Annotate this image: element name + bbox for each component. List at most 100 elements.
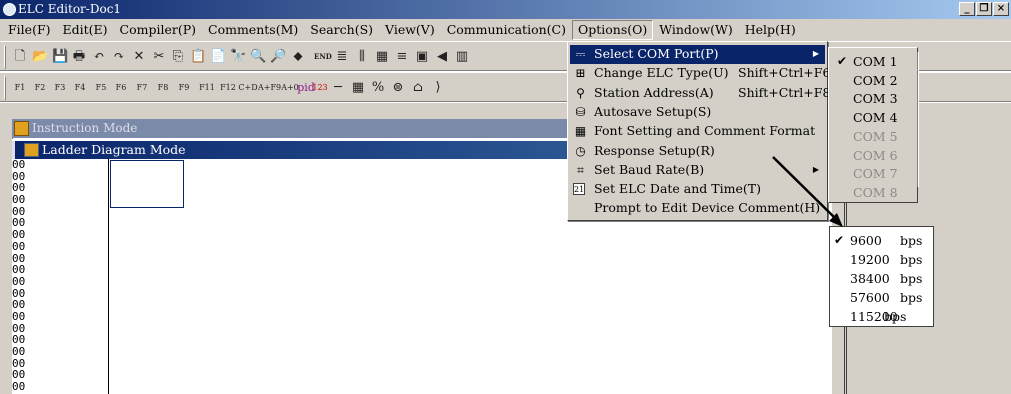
toolbar2--icon[interactable]: ─ [330, 80, 346, 96]
zoom-out-icon[interactable]: 🔎 [270, 49, 286, 65]
menu-item-autosave-setup[interactable]: ⛁ Autosave Setup(S) [570, 103, 825, 122]
toolbar2-f3-icon[interactable]: F3 [52, 80, 68, 96]
instruction-window-title: Instruction Mode [32, 121, 138, 135]
redo-icon[interactable]: ↷ [111, 49, 127, 65]
toolbar2-f4-icon[interactable]: F4 [72, 80, 88, 96]
toolbar2--icon[interactable]: ⊜ [390, 80, 406, 96]
toolbar2-f2-icon[interactable]: F2 [32, 80, 48, 96]
menu-item-shortcut: Shift+Ctrl+F6 [738, 65, 831, 81]
window-buttons: _ ❐ × [959, 2, 1009, 16]
com-port-item[interactable]: ✔ COM 1 [833, 52, 907, 71]
menu-file[interactable]: File(F) [2, 20, 57, 40]
eraser-icon[interactable]: ⬥ [290, 49, 306, 65]
baud-rate-unit: bps [900, 271, 923, 286]
zoom-in-icon[interactable]: 🔍 [250, 49, 266, 65]
toolbar2-f7-icon[interactable]: F7 [134, 80, 150, 96]
menu-search[interactable]: Search(S) [304, 20, 379, 40]
baud-rate-unit: bps [884, 309, 907, 324]
menu-item-station-address[interactable]: ⚲ Station Address(A) Shift+Ctrl+F8 [570, 84, 830, 103]
copy-icon[interactable]: ⎘ [170, 49, 186, 65]
baud-rate-item[interactable]: 115200 bps [836, 307, 932, 326]
print-icon[interactable]: 🖶 [71, 49, 87, 65]
baud-rate-item[interactable]: ✔ 9600 bps [834, 231, 932, 250]
com-port-icon: ⎓ [575, 47, 586, 61]
paste-special-icon[interactable]: 📄 [210, 49, 226, 65]
com-port-item[interactable]: COM 2 [833, 71, 907, 90]
binoculars-icon[interactable]: 🔭 [230, 49, 246, 65]
menu-item-label: Font Setting and Comment Format [594, 123, 816, 139]
arrow-left-icon[interactable]: ◀ [434, 49, 450, 65]
ladder-cell-cursor[interactable] [110, 160, 184, 208]
menu-options[interactable]: Options(O) [571, 20, 654, 40]
com-port-label: COM 3 [853, 91, 898, 107]
block-icon[interactable]: ▣ [414, 49, 430, 65]
toolbar2-f6-icon[interactable]: F6 [113, 80, 129, 96]
toolbar2-a-f9-icon[interactable]: A+F9 [258, 80, 281, 96]
menu-window[interactable]: Window(W) [653, 20, 739, 40]
toolbar2--icon[interactable]: ⟩ [430, 80, 446, 96]
toolbar2-f11-icon[interactable]: F11 [197, 80, 217, 96]
ladder-edit-icon[interactable]: ⫼ [354, 49, 370, 65]
menu-item-label: Station Address(A) [594, 84, 714, 100]
row-number: 00 [12, 274, 26, 288]
menu-item-font-setting-and-comment-format[interactable]: ▦ Font Setting and Comment Format [570, 122, 825, 141]
submenu-scrollbar[interactable] [917, 52, 919, 187]
menu-communication[interactable]: Communication(C) [441, 20, 572, 40]
toolbar2--icon[interactable]: % [370, 80, 386, 96]
restore-button[interactable]: ❐ [976, 2, 992, 16]
cut-icon[interactable]: ✂ [151, 49, 167, 65]
toolbar2-f1-icon[interactable]: F1 [12, 80, 28, 96]
menu-view[interactable]: View(V) [379, 20, 441, 40]
toolbar2--icon[interactable]: ▦ [350, 80, 366, 96]
menu-compiler[interactable]: Compiler(P) [114, 20, 202, 40]
close-button[interactable]: × [993, 2, 1009, 16]
toolbar2-c-d-icon[interactable]: C+D [238, 80, 258, 96]
toolbar2-f5-icon[interactable]: F5 [93, 80, 109, 96]
baud-rate-item[interactable]: 57600 bps [836, 288, 932, 307]
list-icon[interactable]: ≡ [394, 49, 410, 65]
ladder-left-rail [108, 159, 109, 394]
station-icon: ⚲ [576, 85, 585, 100]
menu-item-shortcut: Shift+Ctrl+F8 [738, 84, 831, 100]
grid-icon[interactable]: ▦ [374, 49, 390, 65]
menubar: File(F) Edit(E) Compiler(P) Comments(M) Sear… [0, 19, 1011, 41]
new-file-icon[interactable]: 🗋 [12, 49, 28, 65]
open-folder-icon[interactable]: 📂 [32, 49, 48, 65]
ladder-run-icon[interactable]: ▥ [454, 49, 470, 65]
menu-comments[interactable]: Comments(M) [202, 20, 304, 40]
calendar-icon: 21 [573, 183, 585, 196]
save-icon[interactable]: 💾 [52, 49, 68, 65]
paste-icon[interactable]: 📋 [190, 49, 206, 65]
com-port-label: COM 1 [853, 54, 898, 69]
row-number: 00 [12, 345, 26, 358]
toolbar2-123-icon[interactable]: 123 [310, 80, 330, 96]
instruction-window-icon [14, 121, 29, 136]
baud-rate-value: 38400 [850, 271, 890, 286]
com-port-item[interactable]: COM 3 [833, 89, 907, 108]
undo-icon[interactable]: ↶ [91, 49, 107, 65]
com-port-item[interactable]: COM 4 [833, 108, 907, 127]
minimize-button[interactable]: _ [959, 2, 975, 16]
toolbar2-f12-icon[interactable]: F12 [218, 80, 238, 96]
toolbar2-f9-icon[interactable]: F9 [176, 80, 192, 96]
menu-item-label: Select COM Port(P) [594, 46, 719, 61]
menu-item-change-elc-type[interactable]: ⊞ Change ELC Type(U) Shift+Ctrl+F6 [570, 64, 830, 83]
toolbar2--icon[interactable]: ⌂ [410, 80, 426, 96]
menu-edit[interactable]: Edit(E) [57, 20, 114, 40]
menu-item-select-com-port[interactable]: ⎓ Select COM Port(P) ▶ [570, 45, 825, 64]
ladder-icon[interactable]: ≣ [334, 49, 350, 65]
delete-icon[interactable]: ✕ [131, 49, 147, 65]
com-port-label: COM 5 [853, 128, 898, 144]
baud-rate-submenu: ✔ 9600 bps 19200 bps 38400 bps 57600 bps 115200 bp… [829, 226, 934, 327]
menu-help[interactable]: Help(H) [739, 20, 802, 40]
clock-icon: ◷ [575, 143, 586, 158]
app-icon [3, 3, 16, 16]
baud-rate-item[interactable]: 38400 bps [836, 269, 932, 288]
baud-rate-item[interactable]: 19200 bps [836, 250, 932, 269]
com-port-label: COM 4 [853, 110, 898, 126]
ld-end-icon[interactable]: END [314, 49, 332, 65]
menu-item-label: Set Baud Rate(B) [594, 161, 705, 177]
window-titlebar: ELC Editor-Doc1 _ ❐ × [0, 0, 1011, 19]
toolbar2-f8-icon[interactable]: F8 [155, 80, 171, 96]
com-port-label: COM 6 [853, 147, 898, 163]
